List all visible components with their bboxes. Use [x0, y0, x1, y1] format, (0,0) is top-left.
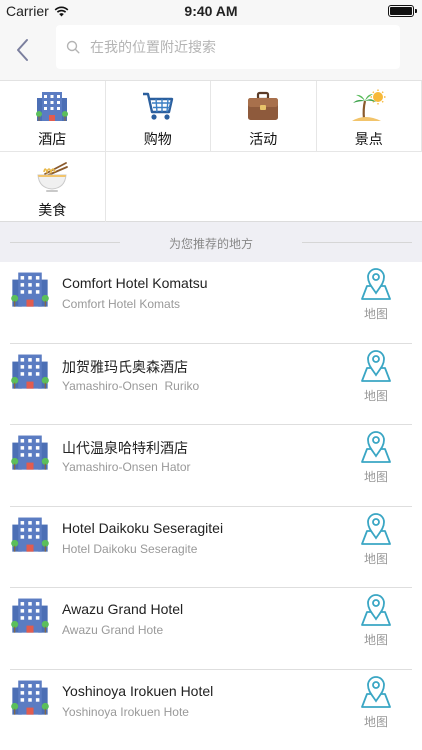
place-subtitle: Yamashiro-Onsen Ruriko	[62, 378, 200, 393]
category-label: 酒店	[38, 131, 67, 147]
category-food[interactable]: 美食	[0, 152, 106, 223]
section-title: 为您推荐的地方	[168, 237, 253, 251]
category-label: 活动	[249, 131, 278, 147]
back-button[interactable]	[12, 36, 34, 64]
place-row[interactable]: Hotel Daikoku Seseragitei Hotel Daikoku …	[0, 507, 422, 588]
hotel-building-icon	[11, 598, 49, 633]
map-button[interactable]: 地图	[355, 348, 397, 404]
map-button[interactable]: 地图	[355, 592, 397, 648]
place-list: Comfort Hotel Komatsu Comfort Hotel Koma…	[0, 262, 422, 750]
status-bar: Carrier 9:40 AM	[0, 0, 422, 22]
category-activity[interactable]: 活动	[211, 81, 317, 152]
header-line-right	[302, 242, 412, 243]
map-button[interactable]: 地图	[355, 511, 397, 567]
place-name: 山代温泉哈特利酒店	[62, 440, 188, 456]
category-grid: 酒店 购物 活动 景点 美食	[0, 80, 422, 223]
hotel-building-icon	[11, 354, 49, 389]
place-name: 加贺雅玛氏奥森酒店	[62, 358, 188, 375]
hotel-building-icon	[36, 92, 69, 121]
map-label: 地图	[363, 551, 388, 566]
search-input[interactable]	[90, 39, 370, 55]
map-pin-icon	[361, 349, 391, 382]
place-row[interactable]: 加贺雅玛氏奥森酒店 Yamashiro-Onsen Ruriko 地图	[0, 344, 422, 425]
nav-bar	[0, 22, 422, 80]
category-label: 美食	[38, 202, 67, 218]
search-box[interactable]	[56, 25, 400, 69]
status-time: 9:40 AM	[184, 3, 238, 19]
map-pin-icon	[361, 268, 391, 300]
briefcase-icon	[248, 91, 279, 120]
hotel-building-icon	[11, 435, 49, 470]
map-label: 地图	[363, 714, 388, 729]
place-subtitle: Comfort Hotel Komats	[62, 297, 181, 311]
place-name: Hotel Daikoku Seseragitei	[62, 519, 224, 536]
place-name: Yoshinoya Irokuen Hotel	[62, 682, 214, 699]
place-name: Awazu Grand Hotel	[62, 601, 184, 617]
map-button[interactable]: 地图	[355, 429, 397, 485]
place-subtitle: Yoshinoya Irokuen Hote	[62, 704, 189, 719]
map-pin-icon	[361, 675, 391, 708]
category-shopping[interactable]: 购物	[105, 81, 211, 152]
place-row[interactable]: Awazu Grand Hotel Awazu Grand Hote 地图	[0, 588, 422, 670]
category-hotel[interactable]: 酒店	[0, 81, 106, 152]
hotel-building-icon	[11, 680, 49, 715]
island-palm-icon	[351, 89, 386, 121]
map-pin-icon	[361, 512, 391, 545]
search-icon	[66, 40, 80, 54]
place-subtitle: Hotel Daikoku Seseragite	[62, 541, 198, 556]
noodle-bowl-icon	[37, 162, 69, 192]
map-label: 地图	[363, 388, 388, 403]
recommend-section-header: 为您推荐的地方	[0, 222, 422, 262]
place-subtitle: Awazu Grand Hote	[62, 623, 164, 637]
category-label: 购物	[143, 131, 172, 147]
category-attraction[interactable]: 景点	[316, 81, 422, 152]
category-empty-cell	[105, 152, 422, 223]
shopping-cart-icon	[142, 92, 173, 120]
map-pin-icon	[361, 594, 391, 626]
chevron-left-icon	[17, 39, 28, 61]
map-button[interactable]: 地图	[355, 266, 397, 322]
place-row[interactable]: Yoshinoya Irokuen Hotel Yoshinoya Irokue…	[0, 670, 422, 750]
map-label: 地图	[363, 633, 388, 647]
map-label: 地图	[363, 470, 388, 484]
hotel-building-icon	[11, 517, 49, 552]
category-label: 景点	[354, 131, 383, 147]
hotel-building-icon	[11, 272, 49, 307]
map-pin-icon	[361, 431, 391, 463]
place-subtitle: Yamashiro-Onsen Hator	[62, 460, 191, 474]
map-label: 地图	[363, 307, 388, 321]
place-name: Comfort Hotel Komatsu	[62, 275, 208, 291]
place-row[interactable]: Comfort Hotel Komatsu Comfort Hotel Koma…	[0, 262, 422, 344]
battery-icon	[388, 5, 417, 17]
place-row[interactable]: 山代温泉哈特利酒店 Yamashiro-Onsen Hator 地图	[0, 425, 422, 507]
map-button[interactable]: 地图	[355, 674, 397, 730]
